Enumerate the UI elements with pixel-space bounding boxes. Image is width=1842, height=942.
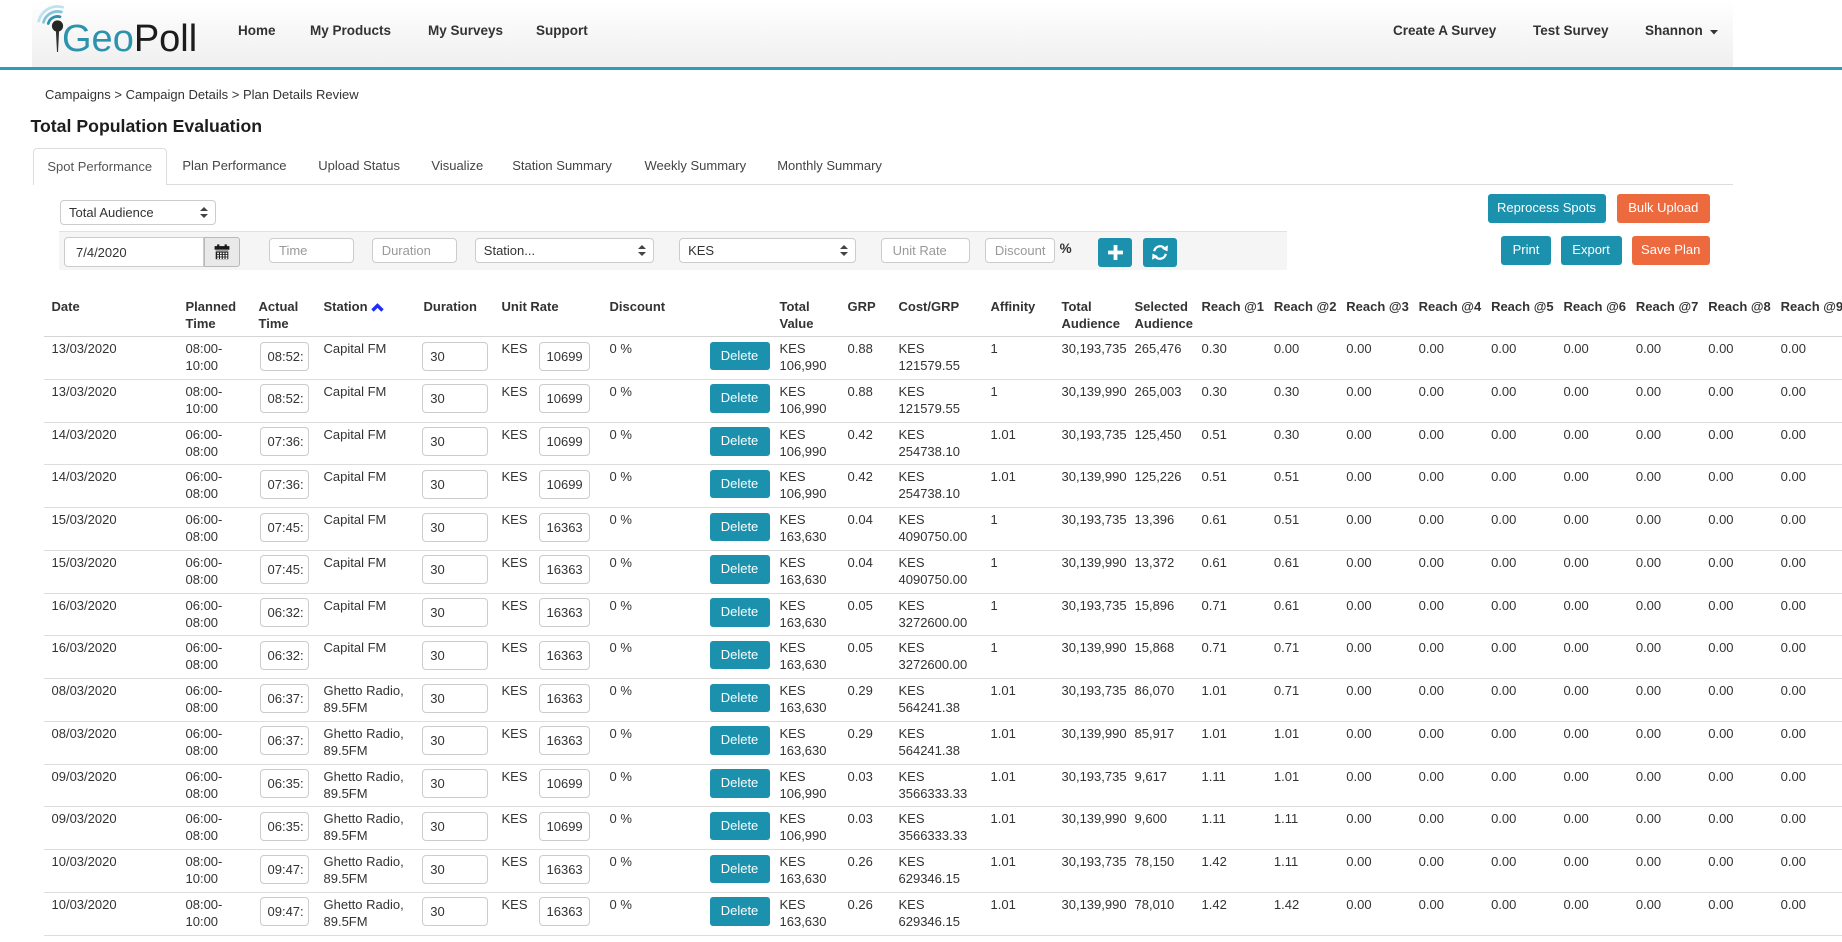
svg-text:GeoPoll: GeoPoll: [62, 18, 197, 60]
